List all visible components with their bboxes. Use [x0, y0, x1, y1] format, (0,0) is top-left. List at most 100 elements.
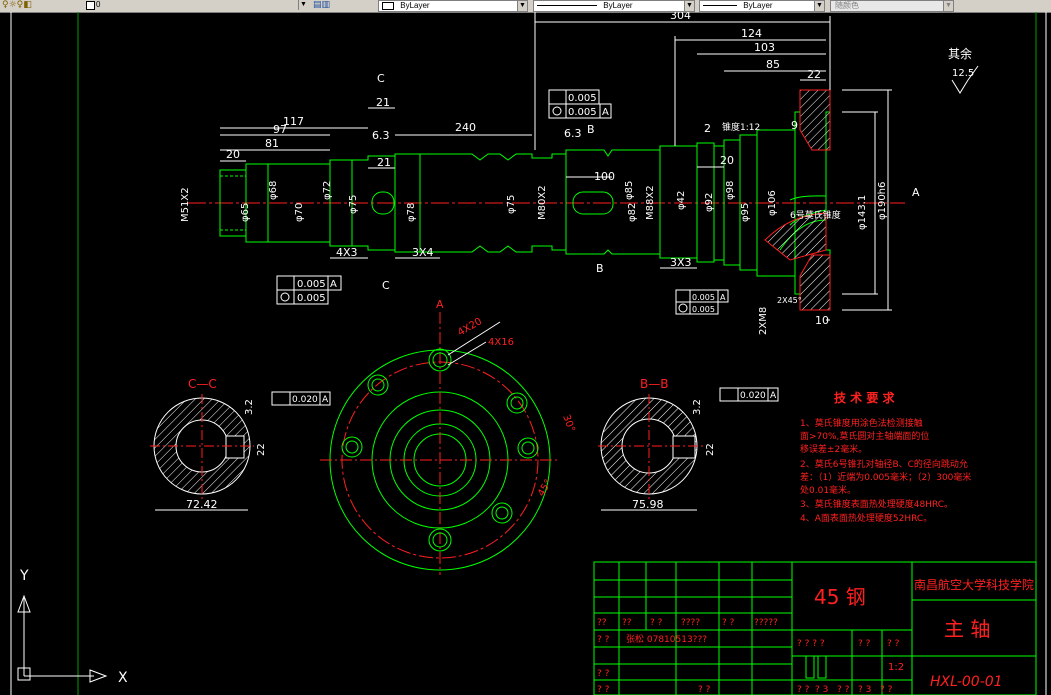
chevron-down-icon[interactable]: ▼ [298, 0, 308, 10]
surface-roughness-default: 其余 12.5 [948, 46, 979, 94]
flange-angle-b: 45° [536, 478, 554, 499]
color-dropdown[interactable]: ByLayer ▼ [378, 0, 528, 12]
svg-text:? ?: ? ? [597, 669, 610, 679]
lineweight-dropdown[interactable]: ByLayer ▼ [699, 0, 825, 12]
layer-state-icons[interactable]: ♀☼♀◧ [2, 0, 32, 10]
note-line-4: 2、莫氏6号锥孔对轴径B、C的径向跳动允 [800, 458, 968, 470]
dimension-lines [220, 12, 892, 321]
note-line-6: 处0.01毫米。 [800, 484, 856, 496]
dia-65: φ65 [240, 203, 251, 222]
taper-label: 锥度1:12 [722, 121, 760, 133]
chevron-down-icon[interactable]: ▼ [684, 1, 694, 11]
title-school: 南昌航空大学科技学院 [914, 577, 1034, 592]
chevron-down-icon[interactable]: ▼ [814, 1, 824, 11]
svg-text:? ?: ? ? [837, 685, 850, 695]
section-cc-ref: A [322, 395, 329, 405]
section-cc-view: C—C 72.42 22 3.2 0.020 A [150, 377, 331, 511]
tolerance-frame-3: 0.005 A [276, 275, 342, 291]
chevron-down-icon[interactable]: ▼ [517, 1, 527, 11]
dim-20b: 20 [720, 154, 734, 167]
dim-20a: 20 [226, 148, 240, 161]
linetype-preview [537, 5, 597, 7]
lineweight-preview [703, 5, 737, 7]
drawing-canvas[interactable]: 304 124 103 85 22 117 97 81 20 240 21 21… [0, 12, 1051, 695]
drawing-frame [10, 12, 1047, 695]
ucs-icon: Y X [17, 568, 128, 686]
layer-color-swatch [86, 1, 95, 10]
thread-m8: 2XM8 [758, 307, 769, 335]
dia-70: φ70 [294, 203, 305, 222]
dia-m88: M88X2 [645, 185, 656, 220]
dim-21b: 21 [377, 156, 391, 169]
note-line-5: 差：（1）近端为0.005毫米；（2）300毫米 [800, 471, 971, 483]
section-cc-finish: 3.2 [244, 399, 255, 415]
title-row-3: ? ? ? ? ? ? ? ? [797, 639, 900, 649]
dim-10: 10 [815, 314, 829, 327]
plotstyle-value: 随颜色 [835, 1, 859, 10]
dia-95: φ95 [740, 203, 751, 222]
section-cc-title: C—C [188, 377, 217, 391]
inner-frame [77, 12, 1037, 695]
layer-dropdown[interactable]: 0 ▼ [96, 0, 308, 10]
section-bb-view: B—B 75.98 22 3.2 0.020 A [598, 377, 779, 511]
dia-78: φ78 [406, 203, 417, 222]
dia-m51: M51X2 [180, 187, 191, 222]
svg-text:A: A [330, 279, 337, 290]
finish-6-3b: 6.3 [564, 127, 582, 140]
chamfer-4x3: 4X3 [336, 246, 358, 259]
tolerance-frame-4: 0.005 [276, 289, 329, 305]
dia-m80: M80X2 [537, 185, 548, 220]
svg-text:? ?: ? ? [597, 635, 610, 645]
dim-103: 103 [754, 41, 775, 54]
technical-notes: 技 术 要 求 1、莫氏锥度用涂色法检测接触 面>70%,莫氏圆对主轴端面的位 … [800, 390, 971, 524]
section-cc-width: 72.42 [186, 498, 218, 511]
svg-text:??: ?? [622, 618, 632, 628]
layer-tools-icon[interactable]: ▤▥ [313, 0, 330, 10]
svg-text:? ?: ? ? [650, 618, 663, 628]
svg-text:?????: ????? [754, 618, 778, 628]
notes-title: 技 术 要 求 [834, 390, 896, 405]
finish-6-3a: 6.3 [372, 129, 390, 142]
svg-text:0.005: 0.005 [692, 293, 715, 302]
plotstyle-dropdown: 随颜色 ▼ [830, 0, 954, 12]
section-cc-tol: 0.020 [292, 395, 318, 405]
svg-text:? 3: ? 3 [858, 685, 871, 695]
dia-98: φ98 [725, 181, 736, 200]
color-value: ByLayer [400, 1, 430, 10]
note-line-1: 1、莫氏锥度用涂色法检测接触 [800, 417, 923, 429]
title-row-5: ? ? ? ? ? ? ? 3 ? ? ? 3 ? ? [597, 685, 893, 695]
ucs-x-label: X [118, 670, 128, 686]
title-row-4: ? ? [597, 669, 610, 679]
flange-label-a: A [436, 298, 444, 311]
svg-text:??: ?? [597, 618, 607, 628]
svg-text:? ?: ? ? [698, 685, 711, 695]
svg-text:? 3: ? 3 [815, 685, 828, 695]
dia-92: φ92 [704, 193, 715, 212]
section-bb-tol: 0.020 [740, 391, 766, 401]
section-c-bottom: C [382, 279, 390, 292]
title-scale: 1:2 [888, 662, 904, 673]
svg-text:0.005: 0.005 [297, 293, 326, 304]
dim-21a: 21 [376, 96, 390, 109]
svg-text:? ?: ? ? [797, 685, 810, 695]
section-bb-ref: A [770, 391, 777, 401]
section-b-top: B [587, 123, 595, 136]
note-line-2: 面>70%,莫氏圆对主轴端面的位 [800, 430, 929, 442]
title-material: 45 钢 [814, 585, 866, 609]
tolerance-frame-6: 0.005 [675, 301, 719, 315]
dia-42: φ42 [676, 191, 687, 210]
dia-143: φ143.1 [857, 195, 868, 230]
ucs-y-label: Y [19, 568, 29, 584]
title-row-2: ? ? 张松 07810513??? [597, 633, 707, 645]
dia-75a: φ75 [348, 195, 359, 214]
morse-label: 6号莫氏锥度 [790, 209, 841, 221]
svg-text:????: ???? [681, 618, 700, 628]
dia-106: φ106 [767, 190, 778, 216]
note-line-7: 3、莫氏锥度表面热处理硬度48HRC。 [800, 498, 953, 510]
tolerance-frame-2: 0.005 A [548, 103, 612, 119]
linetype-dropdown[interactable]: ByLayer ▼ [533, 0, 695, 12]
title-part-name: 主 轴 [944, 617, 990, 641]
title-drawing-no: HXL-00-01 [930, 674, 1003, 690]
surface-label: 其余 [948, 46, 972, 61]
dim-240: 240 [455, 121, 476, 134]
